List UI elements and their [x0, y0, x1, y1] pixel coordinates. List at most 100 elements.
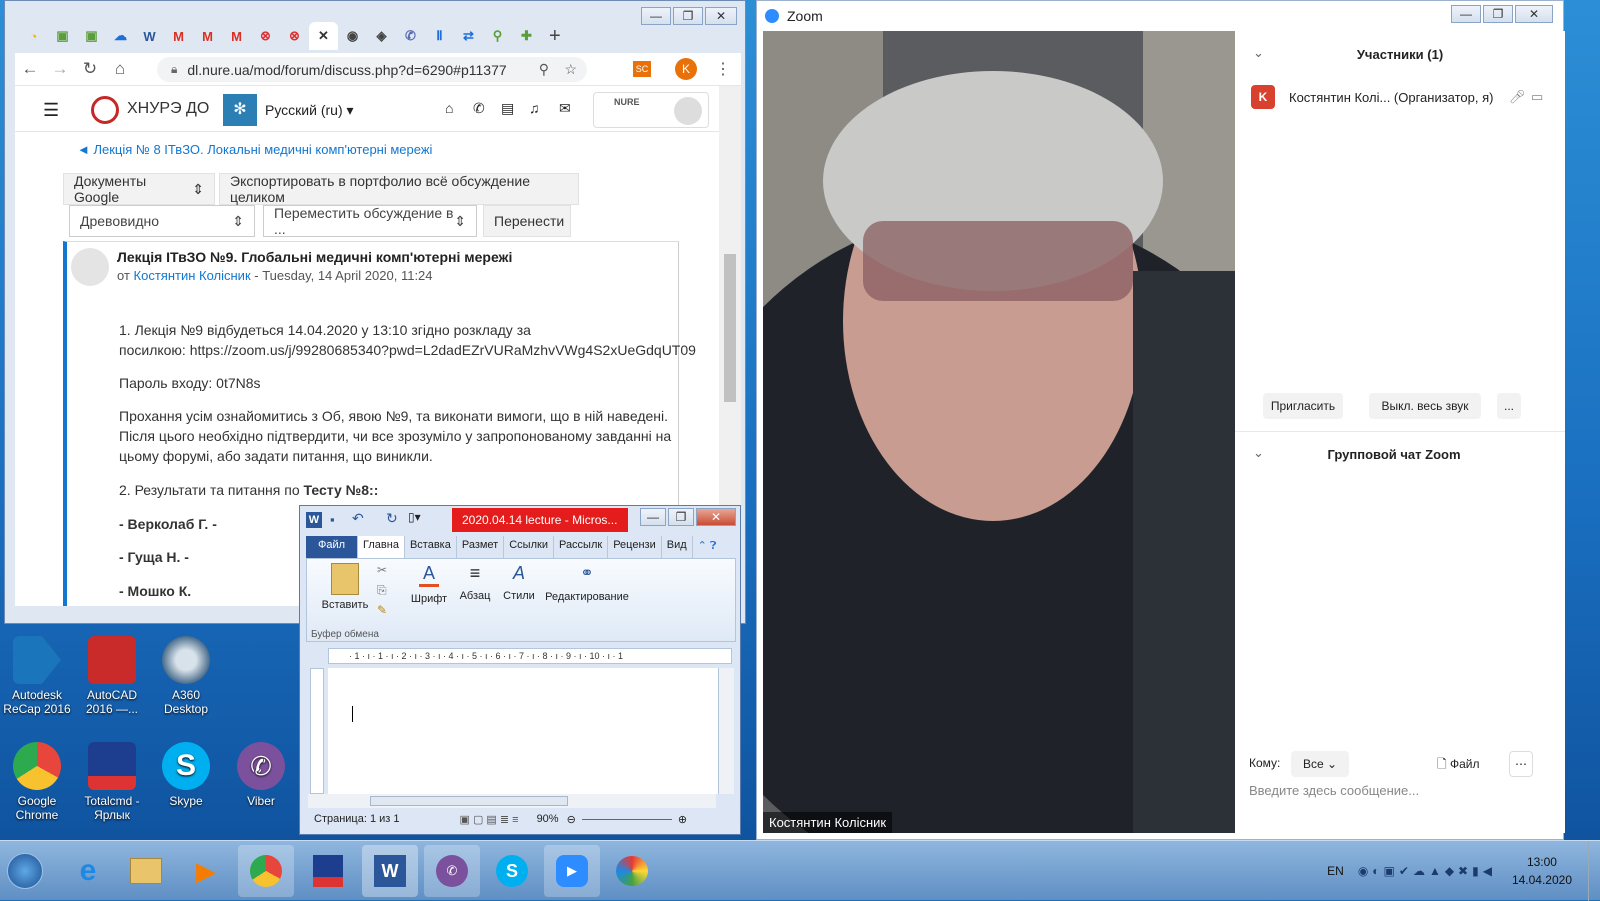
tab-file[interactable]: Файл [306, 536, 359, 558]
tab-home[interactable]: Главна [358, 536, 405, 558]
video-feed[interactable]: Костянтин Колісник [763, 31, 1235, 833]
file-button[interactable]: 🗋︎ Файл [1437, 755, 1480, 776]
zoom-link[interactable]: посилкою: https://zoom.us/j/99280685340?… [119, 340, 696, 360]
author-link[interactable]: Костянтин Колісник [134, 268, 251, 283]
tab-icon[interactable]: ◔ [19, 22, 48, 50]
forward-icon[interactable]: → [45, 59, 75, 79]
close-button[interactable]: ✕ [696, 508, 736, 526]
tab-icon[interactable]: ▣ [77, 22, 106, 50]
zoom-out-icon[interactable]: ⊖ [567, 813, 576, 826]
tab-icon[interactable]: ✚ [512, 22, 541, 50]
desktop-icon-totalcmd[interactable]: Totalcmd - Ярлык [77, 742, 147, 822]
camera-icon[interactable]: ▭ [1531, 89, 1543, 105]
start-button[interactable] [4, 845, 46, 897]
minimize-button[interactable]: — [641, 7, 671, 25]
desktop-icon-chrome[interactable]: Google Chrome [2, 742, 72, 822]
bell-icon[interactable]: ♫ [529, 100, 540, 116]
reload-icon[interactable]: ↻ [75, 59, 105, 79]
paint-taskbar-icon[interactable] [604, 845, 660, 897]
mute-all-button[interactable]: Выкл. весь звук [1369, 393, 1481, 419]
word-taskbar-icon[interactable]: W [362, 845, 418, 897]
desktop-icon-recap[interactable]: Autodesk ReCap 2016 [2, 636, 72, 716]
tab-insert[interactable]: Вставка [405, 536, 457, 558]
zoom-taskbar-icon[interactable]: ▶ [544, 845, 600, 897]
desktop-icon-autocad[interactable]: AutoCAD 2016 —... [77, 636, 147, 716]
styles-group[interactable]: A Стили [499, 563, 539, 602]
close-button[interactable]: ✕ [1515, 5, 1553, 23]
tab-icon[interactable]: ◉ [338, 22, 367, 50]
explorer-taskbar-icon[interactable] [118, 845, 174, 897]
participant-row[interactable]: K Костянтин Колі... (Организатор, я) 🎤︎ … [1251, 85, 1551, 111]
redo-icon[interactable]: ↻ [386, 510, 398, 527]
tab-icon[interactable]: ▣ [48, 22, 77, 50]
zoom-icon[interactable]: ⚲ [539, 61, 549, 78]
display-mode-select[interactable]: Древовидно ⇕ [69, 205, 255, 237]
scroll-thumb[interactable] [370, 796, 568, 806]
document-page[interactable] [328, 668, 718, 794]
menu-kebab-icon[interactable]: ⋮ [715, 59, 731, 79]
chat-input[interactable]: Введите здесь сообщение... [1249, 783, 1419, 798]
phone-nav-icon[interactable]: ✆ [473, 100, 485, 117]
export-portfolio-button[interactable]: Экспортировать в портфолио всё обсуждени… [219, 173, 579, 205]
copy-icon[interactable]: ⎘ [377, 583, 387, 598]
totalcmd-taskbar-icon[interactable] [300, 845, 356, 897]
move-discussion-select[interactable]: Переместить обсуждение в ... ⇕ [263, 205, 477, 237]
tab-references[interactable]: Ссылки [504, 536, 554, 558]
format-painter-icon[interactable]: ✎ [377, 603, 387, 617]
tab-review[interactable]: Рецензи [608, 536, 662, 558]
book-nav-icon[interactable]: ▤ [501, 100, 514, 117]
vertical-scrollbar[interactable] [718, 668, 734, 794]
cut-icon[interactable]: ✂ [377, 563, 387, 577]
tab-icon[interactable]: M [222, 22, 251, 50]
language-menu[interactable]: Русский (ru) ▾ [265, 102, 354, 119]
tab-icon[interactable]: ⊗ [280, 22, 309, 50]
home-icon[interactable]: ⌂ [105, 59, 135, 79]
close-button[interactable]: ✕ [705, 7, 737, 25]
profile-avatar[interactable]: K [675, 58, 697, 80]
tab-icon[interactable]: ◈ [367, 22, 396, 50]
skype-taskbar-icon[interactable]: S [484, 845, 540, 897]
zoom-level[interactable]: 90% [537, 813, 559, 825]
minimize-button[interactable]: — [640, 508, 666, 526]
more-options-button[interactable]: ... [1497, 393, 1521, 419]
tab-icon[interactable]: ☁ [106, 22, 135, 50]
undo-icon[interactable]: ↶ [352, 510, 364, 527]
tab-view[interactable]: Вид [662, 536, 693, 558]
minimize-button[interactable]: — [1451, 5, 1481, 23]
show-desktop-button[interactable] [1588, 841, 1600, 901]
settings-cog-button[interactable]: ✻ [223, 94, 257, 126]
tab-icon[interactable]: M [193, 22, 222, 50]
address-bar[interactable]: 🔒︎ dl.nure.ua/mod/forum/discuss.php?d=62… [157, 57, 587, 82]
move-button[interactable]: Перенести [483, 205, 571, 237]
font-group[interactable]: A Шрифт [409, 563, 449, 605]
tab-active[interactable]: ✕ [309, 22, 338, 50]
tab-icon[interactable]: ✆ [396, 22, 425, 50]
language-indicator[interactable]: EN [1327, 864, 1344, 878]
new-tab-button[interactable]: + [549, 25, 561, 48]
paste-group[interactable]: Вставить [315, 563, 375, 611]
scroll-thumb[interactable] [724, 254, 736, 402]
view-buttons[interactable]: ▣ ▢ ▤ ≣ ≡ [460, 813, 519, 826]
desktop-icon-skype[interactable]: S Skype [151, 742, 221, 808]
extension-badge[interactable]: SC [633, 61, 651, 77]
horizontal-scrollbar[interactable] [308, 794, 716, 808]
recipient-select[interactable]: Все ⌄ [1291, 751, 1349, 777]
back-icon[interactable]: ← [15, 59, 45, 79]
tray-icons[interactable]: ◉◐▣✔☁▲◆✖▮◀ [1358, 864, 1496, 878]
hamburger-icon[interactable]: ☰ [43, 100, 59, 121]
breadcrumb-prev-link[interactable]: ◄ Лекція № 8 ІТвЗО. Локальні медичні ком… [77, 142, 432, 157]
help-icon[interactable]: ⌃ ❓︎ [693, 536, 722, 558]
tab-icon[interactable]: W [135, 22, 164, 50]
ie-taskbar-icon[interactable]: e [60, 845, 116, 897]
editing-group[interactable]: ⚭ Редактирование [543, 563, 631, 603]
tab-mailings[interactable]: Рассылк [554, 536, 609, 558]
paragraph-group[interactable]: ≡ Абзац [455, 563, 495, 602]
tab-layout[interactable]: Размет [457, 536, 505, 558]
bookmark-star-icon[interactable]: ☆ [564, 61, 577, 78]
tab-icon[interactable]: ⚲ [483, 22, 512, 50]
user-menu[interactable]: NURE [593, 92, 709, 128]
desktop-icon-viber[interactable]: ✆ Viber [226, 742, 296, 808]
chat-icon[interactable]: ✉ [559, 100, 571, 117]
ruler[interactable]: · 1 · ı · 1 · ı · 2 · ı · 3 · ı · 4 · ı … [328, 648, 732, 664]
zoom-in-icon[interactable]: ⊕ [678, 813, 687, 826]
